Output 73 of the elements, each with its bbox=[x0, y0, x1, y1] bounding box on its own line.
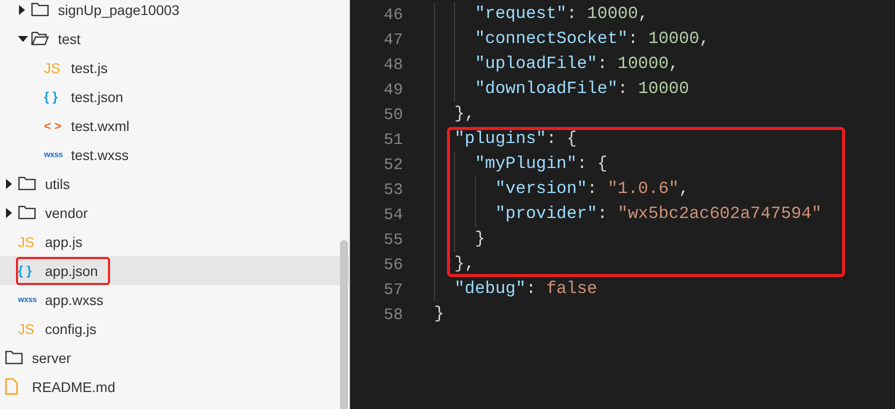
line-number: 51 bbox=[382, 130, 403, 148]
file-name: signUp_page10003 bbox=[58, 2, 180, 18]
code-line: }, bbox=[453, 105, 475, 124]
line-number: 53 bbox=[382, 180, 403, 198]
folder-icon bbox=[18, 176, 36, 191]
file-tree-item[interactable]: signUp_page10003 bbox=[0, 0, 349, 24]
file-tree-item[interactable]: { } test.json bbox=[0, 82, 349, 111]
file-name: config.js bbox=[45, 320, 96, 336]
code-line: "debug": false bbox=[453, 280, 598, 299]
file-tree-item[interactable]: vendor bbox=[0, 198, 349, 227]
file-type-icon: { } bbox=[18, 264, 32, 277]
line-number: 54 bbox=[382, 206, 403, 224]
folder-icon bbox=[5, 350, 23, 365]
file-name: app.js bbox=[45, 234, 82, 250]
file-name: app.json bbox=[45, 262, 98, 278]
line-number: 49 bbox=[382, 80, 403, 98]
file-tree-item[interactable]: server bbox=[0, 343, 349, 372]
caret-down-icon[interactable] bbox=[18, 34, 28, 42]
line-number: 56 bbox=[382, 256, 403, 274]
code-line: } bbox=[433, 305, 444, 324]
file-name: utils bbox=[45, 176, 70, 192]
file-type-icon: < > bbox=[44, 120, 62, 132]
code-line: "version": "1.0.6", bbox=[494, 180, 690, 199]
line-number: 47 bbox=[382, 30, 403, 48]
code-line: }, bbox=[453, 255, 475, 274]
document-icon bbox=[5, 378, 18, 395]
line-number: 48 bbox=[382, 56, 403, 74]
file-tree-item[interactable]: JS config.js bbox=[0, 314, 349, 343]
file-name: server bbox=[32, 350, 71, 366]
file-type-icon: JS bbox=[44, 60, 60, 74]
file-name: test.wxss bbox=[71, 146, 129, 162]
line-number: 58 bbox=[382, 306, 403, 324]
code-line: "connectSocket": 10000, bbox=[474, 30, 710, 49]
line-number: 46 bbox=[382, 6, 403, 24]
code-line: "downloadFile": 10000 bbox=[474, 80, 690, 99]
caret-right-icon[interactable] bbox=[18, 4, 26, 14]
file-name: app.wxss bbox=[45, 292, 104, 308]
code-line: "request": 10000, bbox=[474, 5, 648, 24]
file-name: test bbox=[58, 30, 81, 46]
folder-icon bbox=[18, 205, 36, 220]
scrollbar-thumb[interactable] bbox=[340, 240, 348, 409]
code-line: "myPlugin": { bbox=[474, 155, 608, 174]
file-type-icon: { } bbox=[44, 90, 58, 103]
code-line: "uploadFile": 10000, bbox=[474, 55, 679, 74]
file-type-icon: JS bbox=[18, 322, 34, 336]
file-tree-item[interactable]: wxss test.wxss bbox=[0, 140, 349, 169]
file-name: test.wxml bbox=[71, 118, 130, 134]
line-number: 55 bbox=[382, 230, 403, 248]
file-type-icon: wxss bbox=[18, 296, 37, 304]
file-name: test.js bbox=[71, 60, 108, 76]
code-line: "provider": "wx5bc2ac602a747594" bbox=[494, 205, 822, 224]
file-tree-item[interactable]: JS app.js bbox=[0, 227, 349, 256]
file-name: README.md bbox=[32, 378, 116, 394]
line-number: 52 bbox=[382, 156, 403, 174]
file-tree-item[interactable]: test bbox=[0, 24, 349, 53]
file-type-icon: wxss bbox=[44, 150, 63, 158]
line-number: 57 bbox=[382, 280, 403, 298]
file-name: test.json bbox=[71, 88, 124, 104]
caret-right-icon[interactable] bbox=[5, 178, 13, 188]
line-number: 50 bbox=[382, 106, 403, 124]
code-line: } bbox=[474, 230, 486, 249]
file-tree-item[interactable]: README.md bbox=[0, 372, 349, 401]
file-name: vendor bbox=[45, 204, 88, 220]
file-type-icon: JS bbox=[18, 234, 34, 248]
file-tree-item[interactable]: utils bbox=[0, 169, 349, 198]
folder-icon bbox=[31, 2, 49, 17]
code-line: "plugins": { bbox=[453, 130, 577, 149]
file-tree-item[interactable]: wxss app.wxss bbox=[0, 285, 349, 314]
open-folder-icon bbox=[31, 31, 49, 46]
caret-right-icon[interactable] bbox=[5, 208, 13, 218]
file-tree-item[interactable]: < > test.wxml bbox=[0, 111, 349, 140]
file-tree-item[interactable]: { } app.json bbox=[0, 256, 349, 285]
file-tree-item[interactable]: JS test.js bbox=[0, 53, 349, 82]
